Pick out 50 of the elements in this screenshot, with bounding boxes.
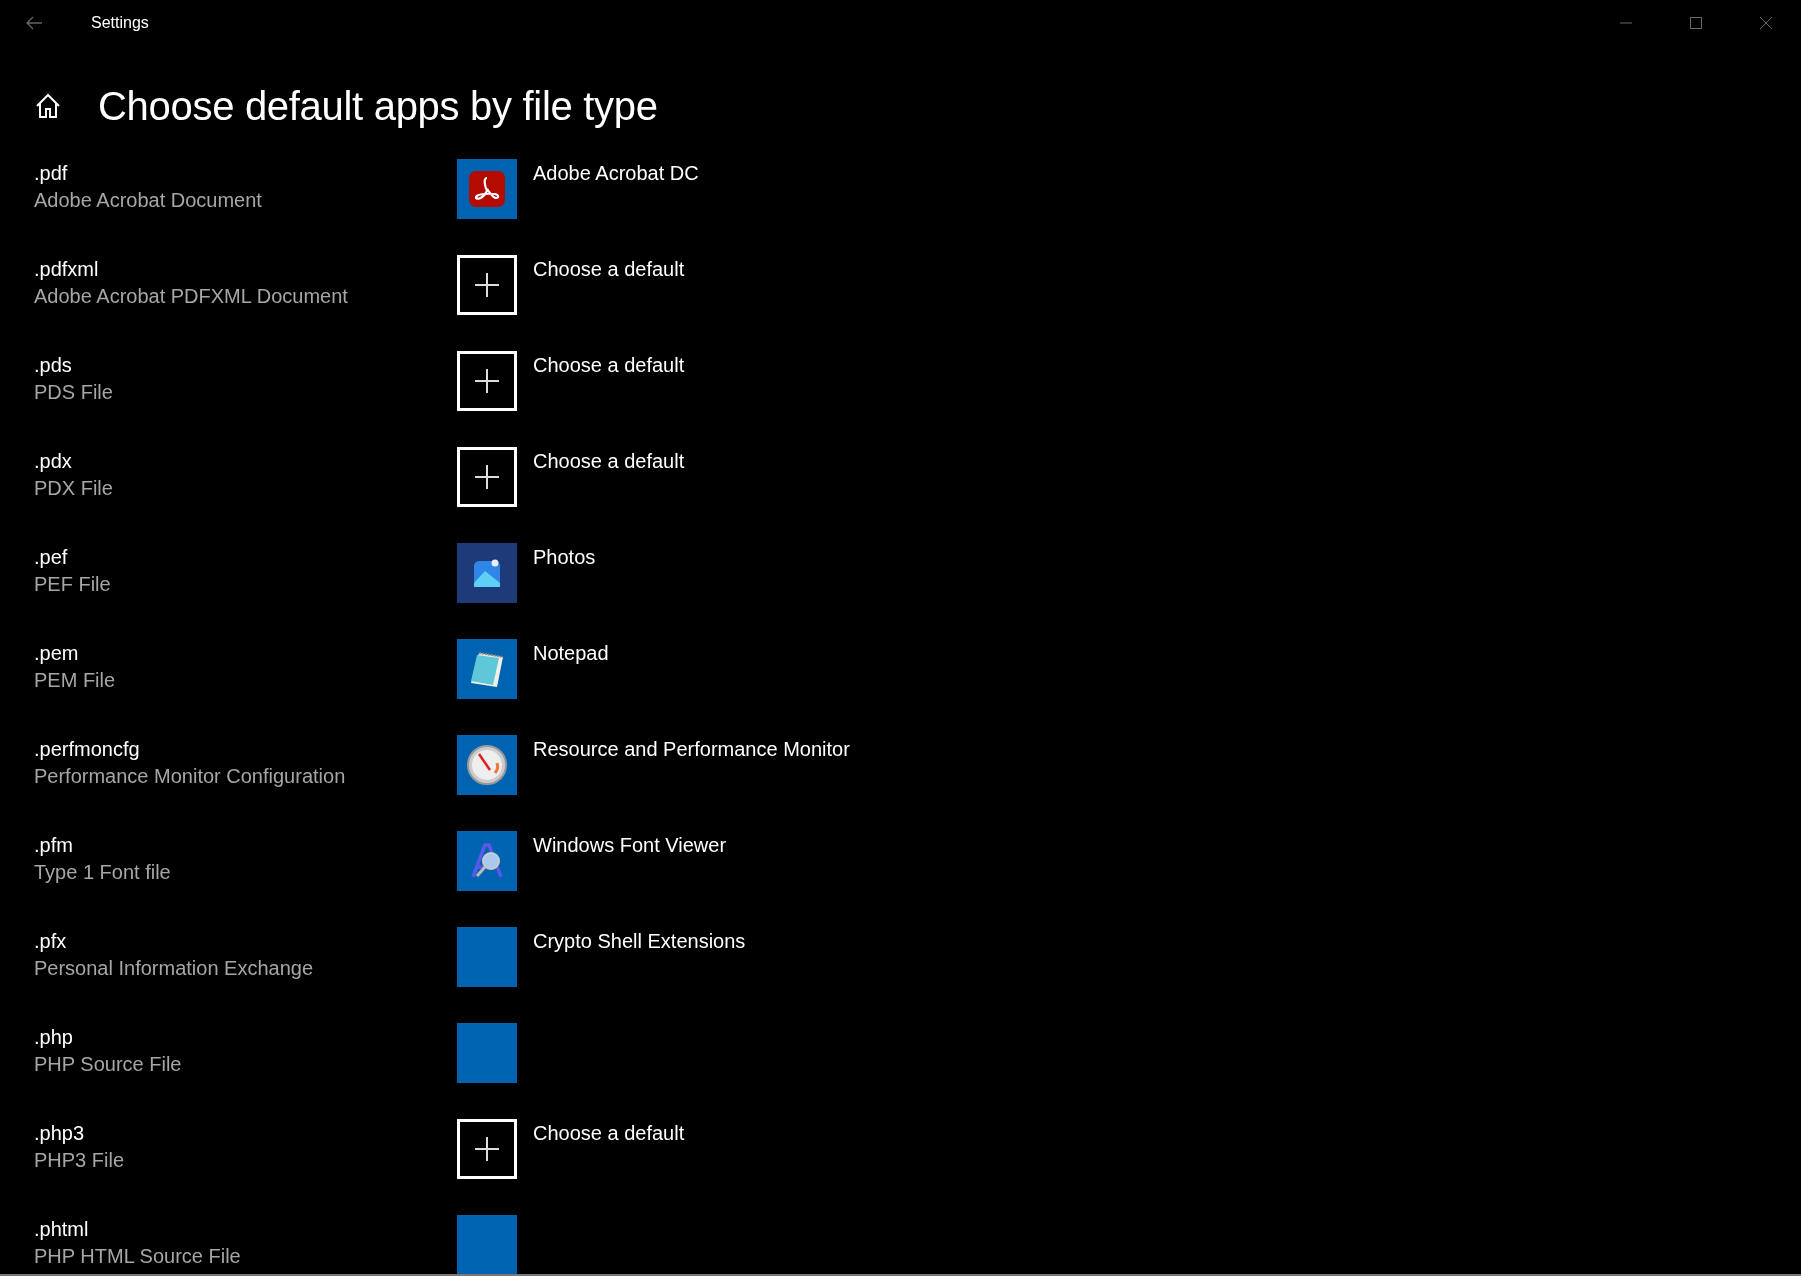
file-type-description: PDS File bbox=[34, 380, 114, 405]
default-app-name[interactable]: Resource and Performance Monitor bbox=[533, 736, 1801, 762]
close-icon[interactable] bbox=[1759, 16, 1773, 30]
file-extension: .perfmoncfg bbox=[34, 737, 141, 762]
file-type-description: Adobe Acrobat Document bbox=[34, 188, 263, 213]
plus-icon[interactable] bbox=[457, 351, 517, 411]
file-type-description: PHP HTML Source File bbox=[34, 1244, 242, 1269]
file-type-description: PDX File bbox=[34, 476, 114, 501]
default-app-name[interactable]: Photos bbox=[533, 544, 1801, 570]
default-app-name[interactable]: Adobe Acrobat DC bbox=[533, 160, 1801, 186]
file-type-description: Performance Monitor Configuration bbox=[34, 764, 347, 789]
file-extension: .php3 bbox=[34, 1121, 86, 1146]
page-heading: Choose default apps by file type bbox=[98, 83, 658, 129]
default-app-name[interactable]: Crypto Shell Extensions bbox=[533, 928, 1801, 954]
file-extension: .pem bbox=[34, 641, 80, 666]
file-type-description: Personal Information Exchange bbox=[34, 956, 315, 981]
plus-icon[interactable] bbox=[457, 255, 517, 315]
file-type-description: Adobe Acrobat PDFXML Document bbox=[34, 284, 349, 309]
gauge-icon[interactable] bbox=[457, 735, 517, 795]
file-type-description: PHP Source File bbox=[34, 1052, 183, 1077]
file-extension: .pdfxml bbox=[34, 257, 100, 282]
file-extension: .phtml bbox=[34, 1217, 90, 1242]
file-type-description: PEM File bbox=[34, 668, 117, 693]
plus-icon[interactable] bbox=[457, 1119, 517, 1179]
default-app-name[interactable]: Choose a default bbox=[533, 448, 1801, 474]
file-extension: .pds bbox=[34, 353, 73, 378]
pdf-app-icon[interactable] bbox=[457, 159, 517, 219]
default-app-name[interactable]: Choose a default bbox=[533, 1120, 1801, 1146]
app-tile[interactable] bbox=[457, 1215, 517, 1275]
file-extension: .pdx bbox=[34, 449, 73, 474]
file-type-description: PEF File bbox=[34, 572, 112, 597]
photo-app-icon[interactable] bbox=[457, 543, 517, 603]
maximize-icon[interactable] bbox=[1689, 16, 1703, 30]
window-title: Settings bbox=[91, 14, 149, 32]
file-extension: .pfx bbox=[34, 929, 68, 954]
file-type-description: Type 1 Font file bbox=[34, 860, 172, 885]
font-magnifier-icon[interactable] bbox=[457, 831, 517, 891]
file-extension: .pef bbox=[34, 545, 69, 570]
default-app-name[interactable]: Windows Font Viewer bbox=[533, 832, 1801, 858]
default-app-name[interactable]: Notepad bbox=[533, 640, 1801, 666]
notepad-icon[interactable] bbox=[457, 639, 517, 699]
plus-icon[interactable] bbox=[457, 447, 517, 507]
file-extension: .php bbox=[34, 1025, 74, 1050]
app-tile[interactable] bbox=[457, 1023, 517, 1083]
file-extension: .pdf bbox=[34, 161, 69, 186]
file-type-description: PHP3 File bbox=[34, 1148, 126, 1173]
file-extension: .pfm bbox=[34, 833, 74, 858]
default-app-name[interactable]: Choose a default bbox=[533, 256, 1801, 282]
default-app-name[interactable]: Choose a default bbox=[533, 352, 1801, 378]
app-tile[interactable] bbox=[457, 927, 517, 987]
